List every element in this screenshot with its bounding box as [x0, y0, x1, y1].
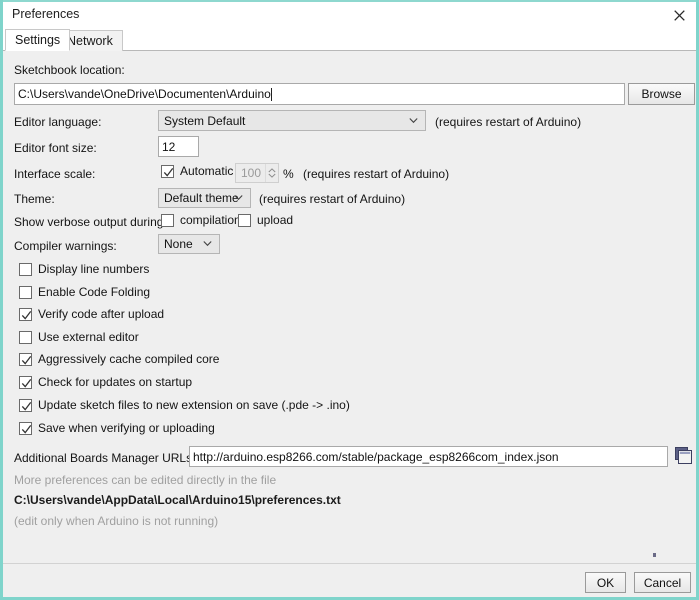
tab-network-label: Network	[67, 34, 113, 48]
theme-select[interactable]: Default theme	[158, 188, 251, 208]
close-icon[interactable]	[666, 4, 692, 26]
checkbox-box	[19, 285, 32, 299]
close-glyph	[673, 9, 685, 21]
editor-font-size-input[interactable]: 12	[158, 136, 199, 157]
editor-font-size-value: 12	[162, 139, 176, 154]
sketchbook-location-label: Sketchbook location:	[14, 63, 125, 77]
checkbox-label: Display line numbers	[38, 262, 150, 276]
browse-button-label: Browse	[641, 87, 682, 101]
checkbox-box	[238, 213, 251, 227]
checkbox-label: Save when verifying or uploading	[38, 421, 215, 435]
interface-scale-percent-label: %	[283, 167, 294, 181]
settings-panel: Sketchbook location: C:\Users\vande\OneD…	[3, 51, 696, 557]
preferences-dialog: Preferences Settings Network Sketchbook …	[0, 0, 699, 600]
open-editor-icon[interactable]	[673, 445, 695, 467]
checkbox-box	[19, 262, 32, 276]
ok-button[interactable]: OK	[585, 572, 626, 593]
editor-language-value: System Default	[164, 113, 246, 128]
preferences-file-path: C:\Users\vande\AppData\Local\Arduino15\p…	[14, 493, 341, 507]
checkbox-check-for-updates-on-startup[interactable]: Check for updates on startup	[19, 375, 192, 389]
checkbox-label: Use external editor	[38, 330, 139, 344]
check-icon	[21, 378, 32, 388]
chevron-down-icon	[234, 193, 243, 202]
checkbox-update-sketch-files-extension[interactable]: Update sketch files to new extension on …	[19, 398, 350, 412]
verbose-output-label: Show verbose output during:	[14, 215, 167, 229]
window-title: Preferences	[12, 7, 80, 21]
more-preferences-info: More preferences can be edited directly …	[14, 473, 277, 487]
checkbox-label: Check for updates on startup	[38, 375, 193, 389]
editor-language-note: (requires restart of Arduino)	[435, 115, 582, 129]
check-icon	[21, 401, 32, 411]
sketchbook-location-value: C:\Users\vande\OneDrive\Documenten\Ardui…	[18, 87, 271, 101]
checkbox-display-line-numbers[interactable]: Display line numbers	[19, 262, 149, 276]
theme-value: Default theme	[164, 191, 239, 205]
verbose-upload-checkbox[interactable]: upload	[238, 213, 293, 227]
checkbox-box	[19, 307, 32, 321]
checkbox-label: Enable Code Folding	[38, 285, 151, 299]
checkbox-box	[161, 213, 174, 227]
checkbox-box	[19, 375, 32, 389]
checkbox-box	[161, 164, 174, 178]
boards-manager-urls-input[interactable]: http://arduino.esp8266.com/stable/packag…	[189, 446, 668, 467]
edit-warning-info: (edit only when Arduino is not running)	[14, 514, 219, 528]
checkbox-box	[19, 421, 32, 435]
verbose-upload-label: upload	[257, 213, 294, 227]
compiler-warnings-label: Compiler warnings:	[14, 239, 117, 253]
interface-scale-value: 100	[240, 166, 261, 180]
checkbox-enable-code-folding[interactable]: Enable Code Folding	[19, 285, 150, 299]
interface-scale-automatic-label: Automatic	[180, 164, 234, 178]
checkbox-label: Verify code after upload	[38, 307, 165, 321]
theme-label: Theme:	[14, 192, 55, 206]
check-icon	[21, 355, 32, 365]
checkbox-label: Update sketch files to new extension on …	[38, 398, 350, 412]
text-caret	[270, 87, 272, 101]
editor-language-label: Editor language:	[14, 115, 102, 129]
theme-note: (requires restart of Arduino)	[259, 192, 406, 206]
cancel-button[interactable]: Cancel	[634, 572, 691, 593]
decorative-dot	[653, 553, 656, 557]
tab-settings-label: Settings	[15, 33, 61, 47]
checkbox-box	[19, 398, 32, 412]
browse-button[interactable]: Browse	[628, 83, 695, 105]
interface-scale-note: (requires restart of Arduino)	[303, 167, 450, 181]
checkbox-box	[19, 330, 32, 344]
cancel-button-label: Cancel	[643, 575, 682, 590]
interface-scale-stepper[interactable]: 100	[235, 163, 279, 183]
open-editor-glyph	[675, 447, 692, 464]
checkbox-use-external-editor[interactable]: Use external editor	[19, 330, 139, 344]
checkbox-label: Aggressively cache compiled core	[38, 352, 220, 366]
interface-scale-label: Interface scale:	[14, 167, 96, 181]
stepper-arrows[interactable]	[265, 164, 278, 182]
chevron-down-icon	[203, 239, 212, 248]
check-icon	[21, 310, 32, 320]
boards-manager-urls-label: Additional Boards Manager URLs:	[14, 451, 196, 465]
compiler-warnings-value: None	[164, 237, 193, 251]
stepper-down-icon	[268, 173, 276, 178]
verbose-compilation-label: compilation	[180, 213, 241, 227]
checkbox-aggressively-cache-compiled-core[interactable]: Aggressively cache compiled core	[19, 352, 219, 366]
checkbox-verify-code-after-upload[interactable]: Verify code after upload	[19, 307, 164, 321]
dialog-footer: OK Cancel	[3, 564, 696, 597]
checkbox-save-when-verifying-or-uploading[interactable]: Save when verifying or uploading	[19, 421, 215, 435]
verbose-compilation-checkbox[interactable]: compilation	[161, 213, 241, 227]
sketchbook-location-input[interactable]: C:\Users\vande\OneDrive\Documenten\Ardui…	[14, 83, 625, 105]
chevron-down-icon	[409, 116, 418, 125]
tab-strip: Settings Network	[3, 27, 696, 51]
boards-manager-urls-value: http://arduino.esp8266.com/stable/packag…	[193, 449, 559, 464]
interface-scale-automatic-checkbox[interactable]: Automatic	[161, 164, 233, 178]
compiler-warnings-select[interactable]: None	[158, 234, 220, 254]
check-icon	[163, 167, 174, 177]
ok-button-label: OK	[596, 575, 615, 590]
editor-font-size-label: Editor font size:	[14, 141, 97, 155]
check-icon	[21, 424, 32, 434]
title-bar: Preferences	[3, 2, 696, 27]
editor-language-select[interactable]: System Default	[158, 110, 426, 131]
tab-settings[interactable]: Settings	[5, 29, 71, 51]
checkbox-box	[19, 352, 32, 366]
